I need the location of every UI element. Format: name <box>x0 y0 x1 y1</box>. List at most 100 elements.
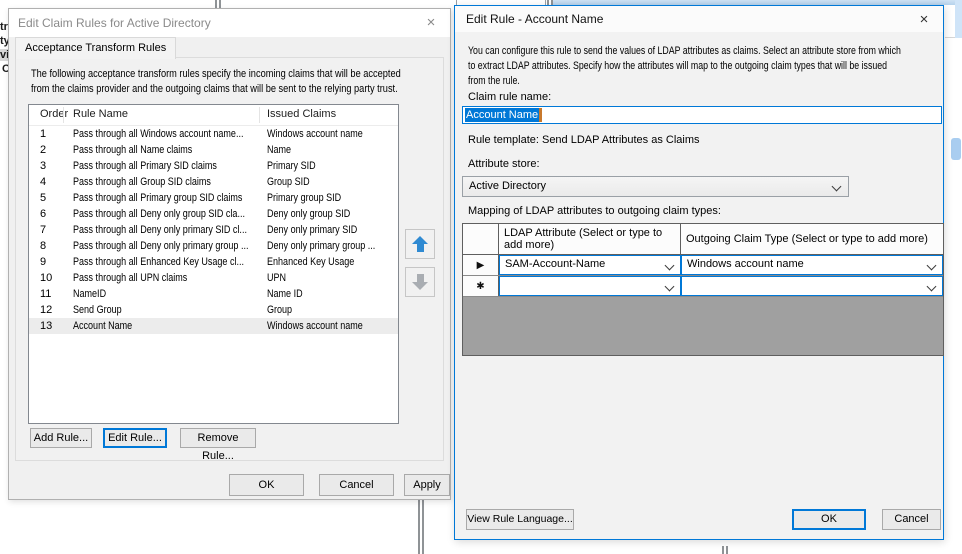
claim-rule-row[interactable]: 2Pass through all Name claimsName <box>29 142 398 158</box>
outgoing-claim-type-combo[interactable]: Windows account name <box>681 255 943 275</box>
combo-value: SAM-Account-Name <box>505 258 605 270</box>
grid-column-outgoing-claim-type: Outgoing Claim Type (Select or type to a… <box>681 224 943 254</box>
ldap-attribute-combo[interactable]: SAM-Account-Name <box>499 255 681 275</box>
background-divider <box>215 0 217 8</box>
move-up-button[interactable] <box>405 229 435 259</box>
grid-cell: SAM-Account-Name <box>499 255 681 275</box>
rule-template-label: Rule template: Send LDAP Attributes as C… <box>468 134 700 146</box>
grid-cell <box>681 276 943 296</box>
grid-empty-area <box>463 297 943 355</box>
close-icon[interactable]: × <box>416 10 446 34</box>
grid-header-row: LDAP Attribute (Select or type to add mo… <box>463 224 943 255</box>
attribute-store-value: Active Directory <box>469 180 546 192</box>
new-row-marker: ✱ <box>463 276 499 296</box>
claim-rule-row[interactable]: 13Account NameWindows account name <box>29 318 398 334</box>
description-line: You can configure this rule to send the … <box>468 44 901 59</box>
rule-order: 11 <box>40 286 51 302</box>
claim-rule-row[interactable]: 12Send GroupGroup <box>29 302 398 318</box>
claim-rules-list-body: 1Pass through all Windows account name..… <box>29 126 398 334</box>
outgoing-claim-type-combo[interactable] <box>681 276 943 296</box>
column-divider <box>63 107 64 123</box>
rule-order: 10 <box>40 270 52 286</box>
claim-rule-row[interactable]: 8Pass through all Deny only primary grou… <box>29 238 398 254</box>
mapping-label: Mapping of LDAP attributes to outgoing c… <box>468 205 721 217</box>
move-down-button[interactable] <box>405 267 435 297</box>
row-header-corner <box>463 224 499 254</box>
column-header-issued-claims[interactable]: Issued Claims <box>267 108 336 120</box>
mapping-grid[interactable]: LDAP Attribute (Select or type to add mo… <box>462 223 944 356</box>
claim-rule-row[interactable]: 4Pass through all Group SID claimsGroup … <box>29 174 398 190</box>
apply-button[interactable]: Apply <box>404 474 450 496</box>
rule-order: 12 <box>40 302 52 318</box>
background-divider <box>422 500 424 554</box>
claim-rule-row[interactable]: 6Pass through all Deny only group SID cl… <box>29 206 398 222</box>
desktop: tr ty vic C Edit Claim Rules for Active … <box>0 0 962 554</box>
grid-column-ldap-attribute: LDAP Attribute (Select or type to add mo… <box>499 224 681 254</box>
claim-rules-list[interactable]: Order Rule Name Issued Claims 1Pass thro… <box>28 104 399 424</box>
title-bar[interactable]: Edit Claim Rules for Active Directory × <box>9 9 450 37</box>
cancel-button[interactable]: Cancel <box>319 474 394 496</box>
remove-rule-button[interactable]: Remove Rule... <box>180 428 256 448</box>
description-line: from the claims provider and the outgoin… <box>31 82 398 97</box>
chevron-down-icon <box>665 261 675 271</box>
column-divider <box>259 107 260 123</box>
chevron-down-icon <box>927 282 937 292</box>
rule-order: 8 <box>40 238 46 254</box>
rule-order: 3 <box>40 158 46 174</box>
background-divider <box>219 0 221 8</box>
attribute-store-label: Attribute store: <box>468 158 540 170</box>
description-line: The following acceptance transform rules… <box>31 67 401 82</box>
background-divider <box>722 546 724 554</box>
ok-button[interactable]: OK <box>792 509 866 530</box>
edit-rule-button[interactable]: Edit Rule... <box>103 428 167 448</box>
down-arrow-icon <box>412 282 428 290</box>
tab-acceptance-transform-rules[interactable]: Acceptance Transform Rules <box>15 37 176 59</box>
mapping-grid-rows: ▶ SAM-Account-Name Windows account name ✱ <box>463 255 943 297</box>
close-icon[interactable]: × <box>909 7 939 31</box>
rule-order: 7 <box>40 222 46 238</box>
chevron-down-icon <box>927 261 937 271</box>
grid-cell <box>499 276 681 296</box>
dialog-description: You can configure this rule to send the … <box>468 44 962 89</box>
edit-rule-dialog: Edit Rule - Account Name × You can confi… <box>454 5 944 540</box>
claim-rule-row[interactable]: 3Pass through all Primary SID claimsPrim… <box>29 158 398 174</box>
claim-rule-row[interactable]: 10Pass through all UPN claimsUPN <box>29 270 398 286</box>
dialog-title: Edit Rule - Account Name <box>466 6 603 32</box>
rule-order: 1 <box>40 126 46 142</box>
down-arrow-icon <box>417 274 424 282</box>
claim-rule-row[interactable]: 7Pass through all Deny only primary SID … <box>29 222 398 238</box>
ldap-attribute-combo[interactable] <box>499 276 681 296</box>
dialog-title: Edit Claim Rules for Active Directory <box>18 9 211 37</box>
background-divider <box>418 500 420 554</box>
rule-order: 6 <box>40 206 46 222</box>
list-header: Order Rule Name Issued Claims <box>29 105 398 126</box>
add-rule-button[interactable]: Add Rule... <box>30 428 92 448</box>
edit-claim-rules-dialog: Edit Claim Rules for Active Directory × … <box>8 8 451 500</box>
description-line: from the rule. <box>468 74 520 89</box>
combo-value: Windows account name <box>687 258 804 270</box>
claim-rule-name-label: Claim rule name: <box>468 91 551 103</box>
column-header-rule-name[interactable]: Rule Name <box>73 108 128 120</box>
claim-rule-row[interactable]: 5Pass through all Primary group SID clai… <box>29 190 398 206</box>
rule-order: 13 <box>40 318 52 334</box>
background-scrollbar-fragment <box>955 0 962 38</box>
claim-rule-row[interactable]: 1Pass through all Windows account name..… <box>29 126 398 142</box>
chevron-down-icon <box>665 282 675 292</box>
claim-rule-row[interactable]: 9Pass through all Enhanced Key Usage cl.… <box>29 254 398 270</box>
grid-cell: Windows account name <box>681 255 943 275</box>
cancel-button[interactable]: Cancel <box>882 509 941 530</box>
ok-button[interactable]: OK <box>229 474 304 496</box>
up-arrow-icon <box>412 236 428 244</box>
claim-rule-name-input[interactable]: Account Name <box>462 106 942 124</box>
rule-order: 9 <box>40 254 46 270</box>
rule-order: 5 <box>40 190 46 206</box>
claim-rule-row[interactable]: 11NameIDName ID <box>29 286 398 302</box>
dialog-description: The following acceptance transform rules… <box>31 67 471 97</box>
view-rule-language-button[interactable]: View Rule Language... <box>466 509 574 530</box>
text-caret <box>539 108 542 122</box>
current-row-marker: ▶ <box>463 255 499 275</box>
selected-text: Account Name <box>465 108 539 122</box>
attribute-store-select[interactable]: Active Directory <box>462 176 849 197</box>
title-bar[interactable]: Edit Rule - Account Name × <box>455 6 943 32</box>
mapping-row: ▶ SAM-Account-Name Windows account name <box>463 255 943 276</box>
